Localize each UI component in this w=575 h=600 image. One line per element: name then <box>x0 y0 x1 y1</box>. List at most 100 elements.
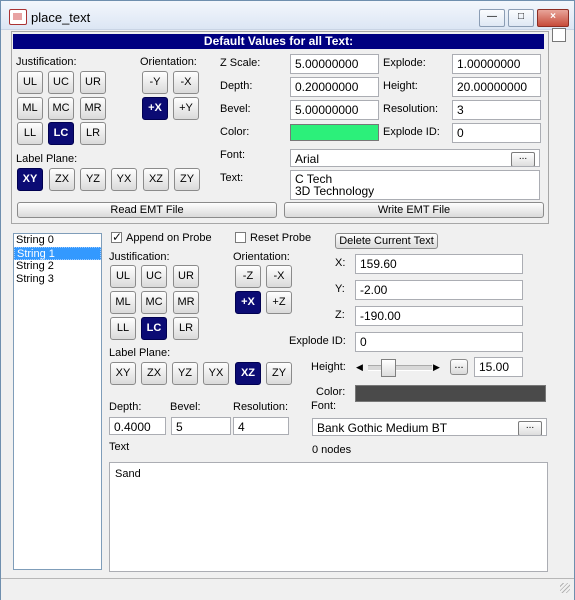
current-font-combo[interactable]: Bank Gothic Medium BT ... <box>312 418 547 436</box>
default-orientation-minus-x[interactable]: -X <box>173 71 199 94</box>
string-list-item[interactable]: String 2 <box>14 260 101 273</box>
default-orientation-plusminus-x[interactable]: +X <box>142 97 168 120</box>
default-plane-zx[interactable]: ZX <box>49 168 75 191</box>
current-justification-mr[interactable]: MR <box>173 291 199 314</box>
current-plane-xy[interactable]: XY <box>110 362 136 385</box>
reset-probe-checkbox[interactable] <box>235 232 246 243</box>
default-orientation-plusminus-y[interactable]: +Y <box>173 97 199 120</box>
default-justification-ml[interactable]: ML <box>17 97 43 120</box>
default-values-header: Default Values for all Text: <box>13 34 544 49</box>
default-bevel-input[interactable]: 5.00000000 <box>290 100 379 120</box>
resize-grip-icon[interactable] <box>560 583 570 593</box>
default-justification-uc[interactable]: UC <box>48 71 74 94</box>
default-depth-input[interactable]: 0.20000000 <box>290 77 379 97</box>
default-height-input[interactable]: 20.00000000 <box>452 77 541 97</box>
current-justification-uc[interactable]: UC <box>141 265 167 288</box>
current-orientation-minus-z[interactable]: -Z <box>235 265 261 288</box>
z-scale-input[interactable]: 5.00000000 <box>290 54 379 74</box>
y-label: Y: <box>335 283 345 295</box>
read-emt-file-button[interactable]: Read EMT File <box>17 202 277 218</box>
current-justification-lr[interactable]: LR <box>173 317 199 340</box>
restore-button[interactable]: □ <box>508 9 534 27</box>
default-justification-ur[interactable]: UR <box>80 71 106 94</box>
default-text-area[interactable]: C Tech 3D Technology <box>290 170 540 200</box>
restore-icon: □ <box>517 11 525 22</box>
current-plane-zx[interactable]: ZX <box>141 362 167 385</box>
default-font-browse-button[interactable]: ... <box>511 152 535 166</box>
height-more-button[interactable]: ... <box>450 359 468 375</box>
slider-right-icon: ▶ <box>433 362 440 372</box>
current-justification-ur[interactable]: UR <box>173 265 199 288</box>
default-explode-id-input[interactable]: 0 <box>452 123 541 143</box>
tech-icon <box>9 9 27 25</box>
current-justification-ul[interactable]: UL <box>110 265 136 288</box>
close-button[interactable]: × <box>537 9 569 27</box>
slider-left-icon: ◀ <box>356 362 363 372</box>
current-text-area[interactable]: Sand <box>109 462 548 572</box>
default-justification-ul[interactable]: UL <box>17 71 43 94</box>
default-plane-xy[interactable]: XY <box>17 168 43 191</box>
current-justification-ml[interactable]: ML <box>110 291 136 314</box>
default-font-label: Font: <box>220 149 246 161</box>
default-plane-yz[interactable]: YZ <box>80 168 106 191</box>
append-on-probe-checkbox[interactable] <box>111 230 122 244</box>
default-orientation-label: Orientation: <box>140 56 197 68</box>
app-window: place_text — □ × Default Values for all … <box>0 0 575 600</box>
delete-current-text-button[interactable]: Delete Current Text <box>335 233 438 249</box>
current-explode-id-input[interactable]: 0 <box>355 332 523 352</box>
current-orientation-plusminus-x[interactable]: +X <box>235 291 261 314</box>
current-text-label: Text <box>109 441 130 453</box>
minimize-icon: — <box>487 11 497 22</box>
current-plane-yz[interactable]: YZ <box>172 362 198 385</box>
title-bar: place_text — □ × <box>1 1 574 30</box>
current-orientation-minus-x[interactable]: -X <box>266 265 292 288</box>
string-list-item[interactable]: String 0 <box>14 234 101 247</box>
current-justification-mc[interactable]: MC <box>141 291 167 314</box>
default-color-swatch[interactable] <box>290 124 379 141</box>
default-justification-mr[interactable]: MR <box>80 97 106 120</box>
z-input[interactable]: -190.00 <box>355 306 523 326</box>
minimize-button[interactable]: — <box>479 9 505 27</box>
default-explode-id-label: Explode ID: <box>383 126 440 138</box>
y-input[interactable]: -2.00 <box>355 280 523 300</box>
default-resolution-input[interactable]: 3 <box>452 100 541 120</box>
default-plane-yx[interactable]: YX <box>111 168 137 191</box>
current-plane-yx[interactable]: YX <box>203 362 229 385</box>
string-list-item[interactable]: String 1 <box>14 247 101 260</box>
current-resolution-input[interactable]: 4 <box>233 417 289 435</box>
default-explode-input[interactable]: 1.00000000 <box>452 54 541 74</box>
default-justification-lr[interactable]: LR <box>80 122 106 145</box>
current-depth-input[interactable]: 0.4000 <box>109 417 166 435</box>
x-input[interactable]: 159.60 <box>355 254 523 274</box>
string-items: String 0 String 1 String 2 String 3 <box>14 234 101 286</box>
default-orientation-minus-y[interactable]: -Y <box>142 71 168 94</box>
x-label: X: <box>335 257 346 269</box>
default-explode-label: Explode: <box>383 57 426 69</box>
default-font-combo[interactable]: Arial ... <box>290 149 540 167</box>
default-justification-label: Justification: <box>16 56 77 68</box>
current-plane-zy[interactable]: ZY <box>266 362 292 385</box>
string-list[interactable]: String 0 String 1 String 2 String 3 <box>13 233 102 570</box>
default-justification-lc[interactable]: LC <box>48 122 74 145</box>
node-count: 0 nodes <box>312 444 352 456</box>
string-list-item[interactable]: String 3 <box>14 273 101 286</box>
slider-thumb[interactable] <box>381 359 396 377</box>
write-emt-file-button[interactable]: Write EMT File <box>284 202 544 218</box>
current-plane-xz[interactable]: XZ <box>235 362 261 385</box>
default-resolution-label: Resolution: <box>383 103 439 115</box>
default-plane-xz[interactable]: XZ <box>143 168 169 191</box>
current-orientation-plusminus-z[interactable]: +Z <box>266 291 292 314</box>
height-slider[interactable]: ◀ ▶ <box>356 358 442 378</box>
default-justification-ll[interactable]: LL <box>17 122 43 145</box>
default-justification-mc[interactable]: MC <box>48 97 74 120</box>
current-font-label: Font: <box>311 400 337 412</box>
current-justification-ll[interactable]: LL <box>110 317 136 340</box>
top-right-checkbox[interactable] <box>552 28 566 42</box>
default-plane-zy[interactable]: ZY <box>174 168 200 191</box>
current-bevel-input[interactable]: 5 <box>171 417 231 435</box>
current-orientation-label: Orientation: <box>233 251 290 263</box>
current-height-input[interactable]: 15.00 <box>474 357 523 377</box>
current-font-browse-button[interactable]: ... <box>518 421 542 435</box>
current-justification-lc[interactable]: LC <box>141 317 167 340</box>
current-color-swatch[interactable] <box>355 385 546 402</box>
